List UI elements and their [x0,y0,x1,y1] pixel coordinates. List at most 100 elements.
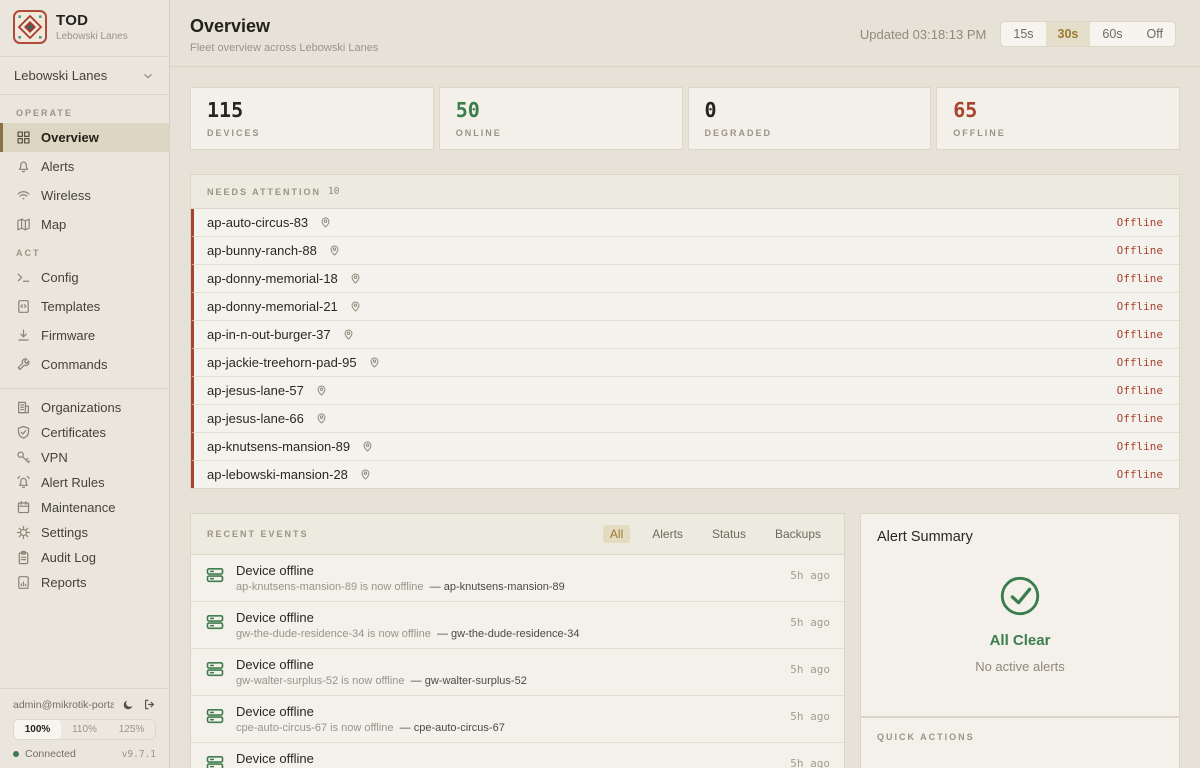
event-row[interactable]: Device offline cpe-auto-circus-67 is now… [191,695,844,742]
refresh-option-off[interactable]: Off [1135,22,1175,46]
page-content: 115 DEVICES 50 ONLINE 0 DEGRADED 65 [170,67,1200,768]
device-row-ap-in-n-out-burger-37[interactable]: ap-in-n-out-burger-37 Offline [191,320,1179,348]
zoom-option-110-[interactable]: 110% [61,720,108,739]
map-icon [16,217,31,232]
sidebar-item-templates[interactable]: Templates [0,292,169,321]
dark-mode-moon-icon[interactable] [122,698,135,711]
sidebar-item-config[interactable]: Config [0,263,169,292]
sidebar-item-label: Commands [41,357,107,372]
device-name: ap-lebowski-mansion-28 [207,467,348,482]
sidebar-item-alerts[interactable]: Alerts [0,152,169,181]
stat-card-degraded: 0 DEGRADED [688,87,932,150]
stat-card-offline: 65 OFFLINE [936,87,1180,150]
sidebar-item-vpn[interactable]: VPN [0,445,169,470]
event-row[interactable]: Device offline gw-the-dude-residence-34 … [191,601,844,648]
refresh-option-15s[interactable]: 15s [1001,22,1045,46]
filter-tab-backups[interactable]: Backups [768,525,828,543]
device-status-badge: Offline [1117,440,1163,453]
stat-value: 65 [953,98,1163,122]
event-timestamp: 5h ago [790,616,830,629]
nav-divider [0,388,169,389]
device-row-ap-knutsens-mansion-89[interactable]: ap-knutsens-mansion-89 Offline [191,432,1179,460]
device-row-ap-donny-memorial-18[interactable]: ap-donny-memorial-18 Offline [191,264,1179,292]
alert-summary-status: All Clear [877,632,1163,649]
device-row-ap-donny-memorial-21[interactable]: ap-donny-memorial-21 Offline [191,292,1179,320]
sidebar-item-audit-log[interactable]: Audit Log [0,545,169,570]
device-status-badge: Offline [1117,468,1163,481]
refresh-option-60s[interactable]: 60s [1090,22,1134,46]
filter-tab-alerts[interactable]: Alerts [645,525,690,543]
sidebar-item-wireless[interactable]: Wireless [0,181,169,210]
building-icon [16,400,31,415]
location-pin-icon [368,356,381,369]
sidebar-item-overview[interactable]: Overview [0,123,169,152]
zoom-option-100-[interactable]: 100% [14,720,61,739]
device-row-ap-jesus-lane-66[interactable]: ap-jesus-lane-66 Offline [191,404,1179,432]
sidebar-nav: OPERATE Overview Alerts Wirel [0,95,169,688]
event-device: gw-the-dude-residence-34 [451,628,579,640]
device-server-icon [205,565,225,585]
sidebar-item-reports[interactable]: Reports [0,570,169,595]
quick-actions-card: QUICK ACTIONS [860,717,1180,768]
event-timestamp: 5h ago [790,710,830,723]
user-email: admin@mikrotik-portal.dev [13,699,114,711]
sidebar-item-commands[interactable]: Commands [0,350,169,379]
event-title: Device offline [236,563,779,578]
event-separator: — [411,675,422,687]
device-row-ap-bunny-ranch-88[interactable]: ap-bunny-ranch-88 Offline [191,236,1179,264]
device-row-ap-auto-circus-83[interactable]: ap-auto-circus-83 Offline [191,209,1179,236]
check-circle-icon [997,606,1043,623]
sidebar-item-label: Organizations [41,400,121,415]
event-separator: — [437,628,448,640]
event-description: cpe-auto-circus-67 is now offline — cpe-… [236,722,779,734]
brand-logo-icon [13,10,47,44]
device-name: ap-bunny-ranch-88 [207,243,317,258]
grid-icon [16,130,31,145]
event-separator: — [400,722,411,734]
sidebar-item-label: Map [41,217,66,232]
filter-tab-status[interactable]: Status [705,525,753,543]
bottom-section: RECENT EVENTS All Alerts Status Backups [190,513,1180,768]
device-name: ap-jesus-lane-66 [207,411,304,426]
bell-alert-icon [16,475,31,490]
sidebar-item-label: Config [41,270,79,285]
gear-icon [16,525,31,540]
needs-attention-title: NEEDS ATTENTION [207,187,321,197]
refresh-option-30s[interactable]: 30s [1046,22,1091,46]
event-row[interactable]: Device offline ap-bunny-ranch-88 is now … [191,742,844,768]
location-pin-icon [359,468,372,481]
bell-icon [16,159,31,174]
device-row-ap-jackie-treehorn-pad-95[interactable]: ap-jackie-treehorn-pad-95 Offline [191,348,1179,376]
sidebar-item-label: Reports [41,575,87,590]
sidebar-item-maintenance[interactable]: Maintenance [0,495,169,520]
sidebar-item-map[interactable]: Map [0,210,169,239]
event-separator: — [430,581,441,593]
sidebar-item-settings[interactable]: Settings [0,520,169,545]
location-pin-icon [315,412,328,425]
logout-icon[interactable] [143,698,156,711]
org-selector[interactable]: Lebowski Lanes [0,57,169,95]
alert-summary-card: Alert Summary All Clear No active alerts [860,513,1180,717]
device-row-ap-lebowski-mansion-28[interactable]: ap-lebowski-mansion-28 Offline [191,460,1179,488]
nav-group-admin: Organizations Certificates VPN A [0,395,169,595]
filter-tab-all[interactable]: All [603,525,630,543]
quick-actions-title: QUICK ACTIONS [877,732,975,742]
sidebar-item-alert-rules[interactable]: Alert Rules [0,470,169,495]
event-row[interactable]: Device offline gw-walter-surplus-52 is n… [191,648,844,695]
device-status-badge: Offline [1117,216,1163,229]
events-filter-tabs: All Alerts Status Backups [603,525,828,543]
event-timestamp: 5h ago [790,663,830,676]
org-selector-label: Lebowski Lanes [14,68,107,83]
stat-value: 0 [705,98,915,122]
zoom-option-125-[interactable]: 125% [108,720,155,739]
event-row[interactable]: Device offline ap-knutsens-mansion-89 is… [191,555,844,601]
event-description: ap-knutsens-mansion-89 is now offline — … [236,581,779,593]
device-row-ap-jesus-lane-57[interactable]: ap-jesus-lane-57 Offline [191,376,1179,404]
sidebar-item-firmware[interactable]: Firmware [0,321,169,350]
file-chart-icon [16,575,31,590]
sidebar-item-organizations[interactable]: Organizations [0,395,169,420]
device-name: ap-knutsens-mansion-89 [207,439,350,454]
calendar-icon [16,500,31,515]
sidebar-item-certificates[interactable]: Certificates [0,420,169,445]
key-icon [16,450,31,465]
